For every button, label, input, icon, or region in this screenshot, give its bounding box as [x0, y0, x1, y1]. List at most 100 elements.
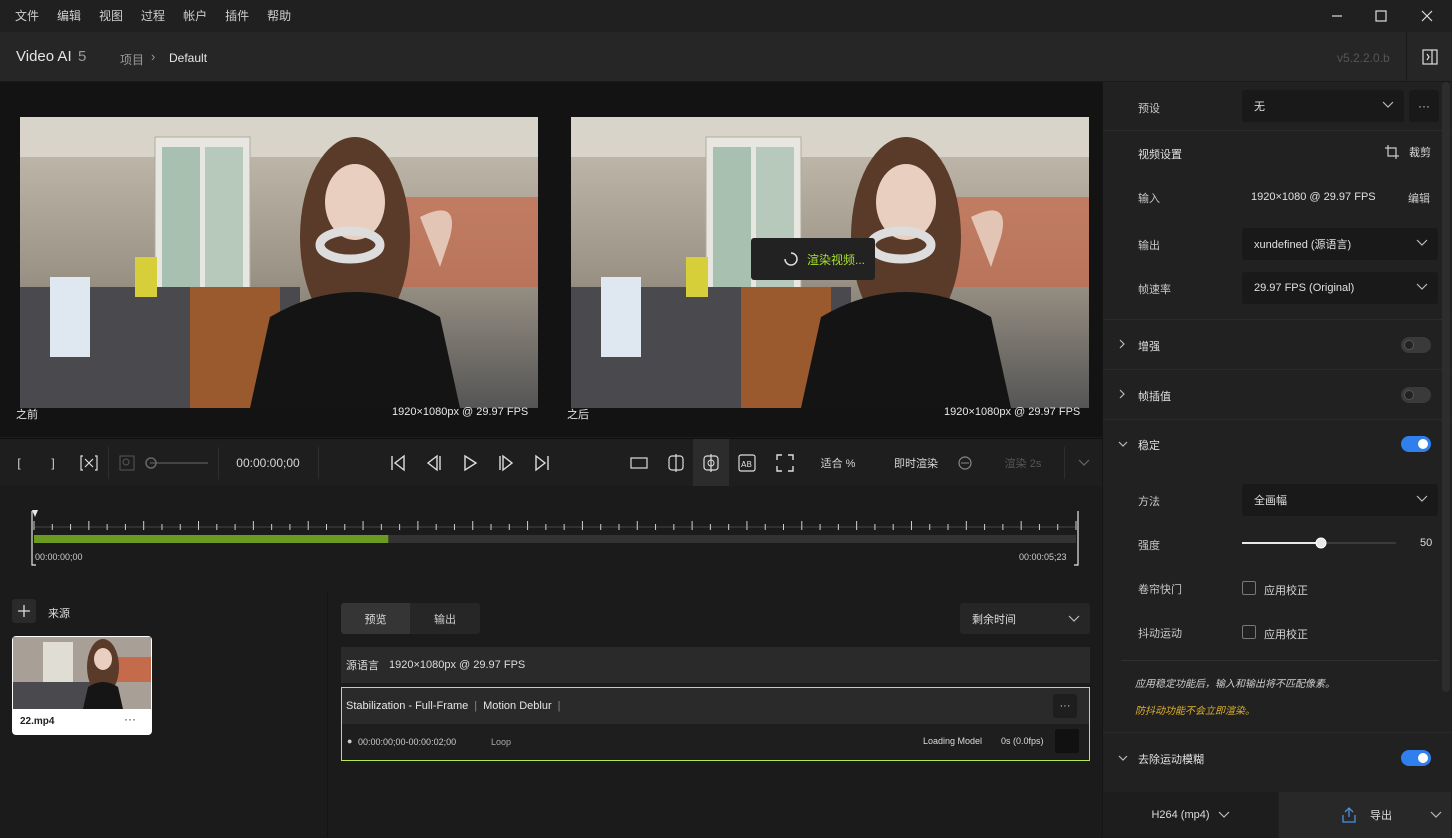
- frame-interpolation-toggle[interactable]: [1401, 387, 1431, 403]
- tab-preview[interactable]: 预览: [341, 603, 410, 634]
- source-info-row: 源语言 1920×1080px @ 29.97 FPS: [341, 647, 1090, 683]
- share-export-icon: [1342, 807, 1356, 823]
- menu-account[interactable]: 帐户: [174, 0, 216, 32]
- fps-label: 帧速率: [1138, 284, 1171, 296]
- chevron-down-icon[interactable]: [1118, 754, 1128, 762]
- side-by-side-view-button[interactable]: [693, 439, 729, 487]
- clear-marks-button[interactable]: [78, 439, 100, 487]
- fps-select[interactable]: 29.97 FPS (Original): [1242, 272, 1438, 304]
- zoom-slider[interactable]: [144, 439, 210, 487]
- play-button[interactable]: [458, 439, 482, 487]
- menu-help[interactable]: 帮助: [258, 0, 300, 32]
- menu-view[interactable]: 视图: [90, 0, 132, 32]
- source-more-icon[interactable]: ···: [124, 712, 136, 726]
- before-preview-image[interactable]: [20, 117, 538, 408]
- app-major-version: 5: [78, 48, 87, 65]
- frame-interpolation-title[interactable]: 帧插值: [1138, 388, 1171, 404]
- render-duration-button[interactable]: 渲染 2s: [998, 439, 1048, 487]
- source-card[interactable]: 22.mp4 ···: [12, 636, 152, 735]
- preset-select[interactable]: 无: [1242, 90, 1404, 122]
- rolling-shutter-check-label[interactable]: 应用校正: [1264, 582, 1308, 598]
- realtime-render-toggle[interactable]: 即时渲染: [888, 439, 944, 487]
- mark-out-button[interactable]: ]: [42, 439, 64, 487]
- go-start-button[interactable]: [386, 439, 410, 487]
- tab-output[interactable]: 输出: [410, 603, 480, 634]
- source-file-name: 22.mp4: [20, 716, 55, 727]
- render-preview-button[interactable]: [952, 439, 978, 487]
- enhance-toggle[interactable]: [1401, 337, 1431, 353]
- bracket-close-icon: ]: [51, 456, 55, 470]
- single-view-icon: [630, 457, 648, 469]
- rendering-text: 渲染视频...: [807, 252, 866, 267]
- sidebar-scrollbar[interactable]: [1442, 82, 1450, 692]
- split-view-button[interactable]: [662, 439, 690, 487]
- chevron-down-icon: [1382, 101, 1394, 108]
- panel-toggle-button[interactable]: [1406, 32, 1452, 82]
- method-select[interactable]: 全画幅: [1242, 484, 1438, 516]
- fullscreen-button[interactable]: [772, 439, 798, 487]
- timeline-start-time: 00:00:00;00: [35, 552, 83, 562]
- menu-plugins[interactable]: 插件: [216, 0, 258, 32]
- timeline-end-time: 00:00:05;23: [1019, 552, 1067, 562]
- stabilize-toggle[interactable]: [1401, 436, 1431, 452]
- export-button[interactable]: 导出: [1279, 792, 1451, 838]
- chevron-right-icon[interactable]: [1118, 339, 1126, 349]
- zoom-fit-button[interactable]: [116, 439, 138, 487]
- chevron-right-icon[interactable]: [1118, 389, 1126, 399]
- strength-slider[interactable]: [1242, 536, 1398, 550]
- single-view-button[interactable]: [626, 439, 652, 487]
- close-icon: [1421, 10, 1433, 22]
- input-value: 1920×1080 @ 29.97 FPS: [1251, 191, 1376, 203]
- app-header: Video AI 5 项目 › Default v5.2.2.0.b: [0, 32, 1452, 82]
- chevron-down-icon[interactable]: [1118, 440, 1128, 448]
- skip-end-icon: [535, 454, 549, 472]
- motion-deblur-title[interactable]: 去除运动模糊: [1138, 751, 1204, 767]
- prev-frame-button[interactable]: [422, 439, 446, 487]
- before-info: 1920×1080px @ 29.97 FPS: [392, 406, 529, 418]
- sort-select[interactable]: 剩余时间: [960, 603, 1090, 634]
- jitter-checkbox[interactable]: [1242, 625, 1256, 639]
- render-options-dropdown[interactable]: [1072, 439, 1096, 487]
- compare-ab-button[interactable]: AB: [734, 439, 760, 487]
- output-select[interactable]: xundefined (源语言): [1242, 228, 1438, 260]
- format-select[interactable]: H264 (mp4): [1103, 792, 1278, 838]
- job-stop-button[interactable]: [1055, 729, 1079, 753]
- minimize-button[interactable]: [1314, 0, 1360, 32]
- next-frame-button[interactable]: [494, 439, 518, 487]
- breadcrumb-chevron-icon: ›: [151, 49, 156, 64]
- stabilize-title[interactable]: 稳定: [1138, 437, 1160, 453]
- close-button[interactable]: [1404, 0, 1450, 32]
- mark-in-button[interactable]: [: [8, 439, 30, 487]
- video-settings-title: 视频设置: [1138, 149, 1182, 161]
- timeline-track[interactable]: [0, 486, 1102, 590]
- strength-slider-knob[interactable]: [1315, 537, 1327, 549]
- maximize-button[interactable]: [1358, 0, 1404, 32]
- crop-button[interactable]: 裁剪: [1385, 144, 1431, 160]
- edit-input-button[interactable]: 编辑: [1408, 190, 1430, 206]
- add-source-button[interactable]: [12, 599, 36, 623]
- zoom-fit-select[interactable]: 适合 %: [812, 439, 864, 487]
- timeline[interactable]: 00:00:00;00 00:00:05;23: [0, 486, 1102, 590]
- motion-deblur-toggle[interactable]: [1401, 750, 1431, 766]
- rolling-shutter-checkbox[interactable]: [1242, 581, 1256, 595]
- maximize-icon: [1375, 10, 1387, 22]
- input-label: 输入: [1138, 193, 1160, 205]
- breadcrumb-projects[interactable]: 项目: [120, 51, 144, 68]
- sidebar-panel-icon: [1421, 49, 1438, 65]
- rendering-toast: 渲染视频...: [751, 238, 875, 280]
- menu-process[interactable]: 过程: [132, 0, 174, 32]
- version-label: v5.2.2.0.b: [1337, 51, 1390, 65]
- jitter-check-label[interactable]: 应用校正: [1264, 626, 1308, 642]
- job-card[interactable]: Stabilization - Full-Frame | Motion Debl…: [341, 687, 1090, 761]
- job-loop: Loop: [491, 737, 512, 747]
- chevron-down-icon: [1416, 239, 1428, 246]
- preset-more-button[interactable]: ···: [1409, 90, 1439, 122]
- menu-file[interactable]: 文件: [0, 0, 48, 32]
- timecode-display: 00:00:00;00: [236, 456, 300, 470]
- job-more-button[interactable]: ···: [1053, 694, 1077, 718]
- go-end-button[interactable]: [530, 439, 554, 487]
- menu-edit[interactable]: 编辑: [48, 0, 90, 32]
- render-progress-bar: [34, 535, 389, 543]
- enhance-title[interactable]: 增强: [1138, 338, 1160, 354]
- chevron-down-icon: [1416, 283, 1428, 290]
